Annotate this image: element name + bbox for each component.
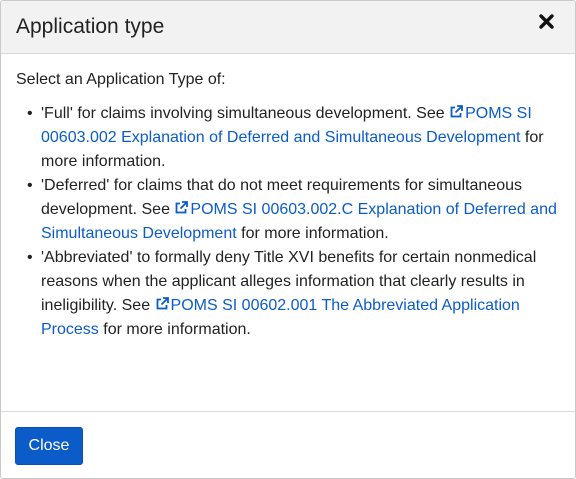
- bullet: •: [27, 177, 33, 194]
- external-link-icon: [155, 295, 169, 310]
- application-type-dialog: Application type Select an Application T…: [0, 0, 576, 479]
- external-link-icon: [174, 199, 189, 214]
- item-tail-text: for more information.: [236, 225, 389, 242]
- item-text: 'Full' for claims involving simultaneous…: [41, 105, 450, 122]
- dialog-footer: Close: [1, 411, 575, 479]
- dialog-title: Application type: [16, 15, 165, 38]
- dialog-body: Select an Application Type of: • 'Full' …: [16, 54, 561, 342]
- list-item-full: • 'Full' for claims involving simultaneo…: [16, 102, 561, 174]
- list-item-abbreviated: • 'Abbreviated' to formally deny Title X…: [16, 246, 561, 342]
- list-item-deferred: • 'Deferred' for claims that do not meet…: [16, 174, 561, 246]
- close-button[interactable]: Close: [15, 427, 83, 465]
- dialog-header: Application type: [1, 1, 575, 54]
- bullet: •: [27, 249, 33, 266]
- intro-text: Select an Application Type of:: [16, 71, 226, 88]
- item-tail-text: for more information.: [98, 321, 251, 338]
- bullet: •: [27, 105, 33, 122]
- application-type-list: • 'Full' for claims involving simultaneo…: [16, 102, 561, 342]
- close-x-icon[interactable]: [537, 11, 557, 33]
- external-link-icon: [449, 103, 463, 118]
